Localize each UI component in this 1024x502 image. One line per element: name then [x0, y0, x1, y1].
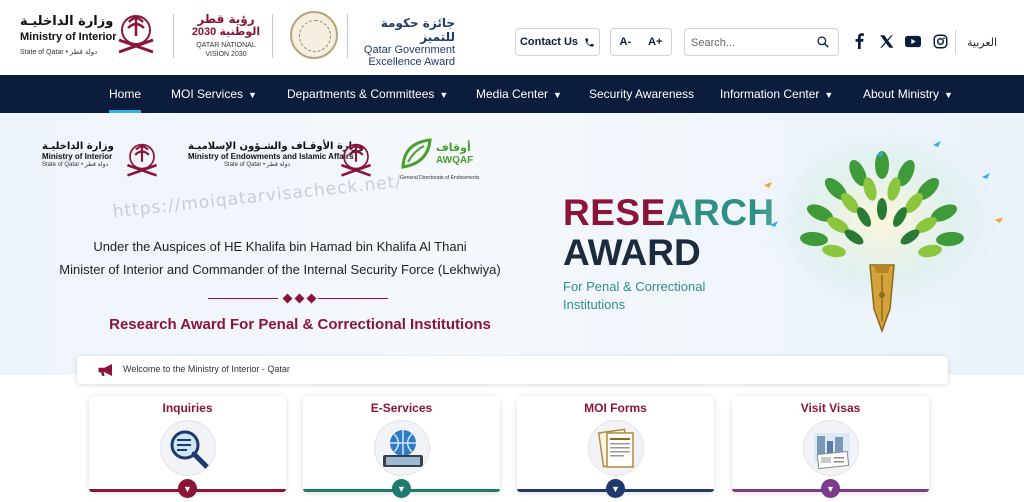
auspices-line-2: Minister of Interior and Commander of th… [59, 262, 501, 277]
service-card-inquiries[interactable]: Inquiries ▼ [89, 396, 286, 498]
award-subtitle: For Penal & Correctional Institutions [563, 278, 705, 314]
welcome-text: Welcome to the Ministry of Interior - Qa… [123, 364, 290, 374]
nav-label: MOI Services [171, 87, 244, 101]
search-icon[interactable] [816, 35, 830, 49]
excellence-award-logo: جائزة حكومة للتميز Qatar Government Exce… [355, 16, 455, 68]
chevron-down-icon: ▼ [824, 90, 834, 100]
award-logo-arabic: جائزة حكومة للتميز [380, 16, 455, 44]
visit-visas-image [803, 420, 859, 476]
header-divider [173, 14, 174, 58]
chevron-down-icon: ▼ [248, 90, 257, 100]
nav-item-home[interactable]: Home [109, 75, 142, 113]
nav-label: About Ministry [863, 87, 940, 101]
partner-awqaf-sub: General Directorate of Endowments [400, 175, 480, 181]
moi-logo-arabic: وزارة الداخليـة [20, 14, 114, 29]
nav-item-information-center[interactable]: Information Center ▼ [720, 75, 833, 113]
laptop-globe-icon [383, 430, 423, 467]
partner-logo-awqaf: أوقاف AWQAF General Directorate of Endow… [400, 137, 480, 193]
chevron-down-icon[interactable]: ▼ [606, 479, 625, 498]
moi-forms-image [588, 420, 644, 476]
vision-arabic-line2: الوطنية 2030 [191, 26, 261, 38]
qatar-emblem-icon [127, 143, 157, 177]
service-card-title: E-Services [370, 401, 433, 415]
research-headline: RESEARCH [563, 193, 775, 233]
contact-us-button[interactable]: Contact Us [515, 28, 600, 56]
welcome-ticker: Welcome to the Ministry of Interior - Qa… [77, 356, 948, 384]
header-divider [347, 14, 348, 58]
chevron-down-icon: ▼ [439, 90, 449, 100]
nav-label: Departments & Committees [287, 87, 435, 101]
font-size-controls: A- A+ [610, 28, 672, 56]
chevron-down-icon: ▼ [944, 90, 953, 100]
chevron-down-icon[interactable]: ▼ [821, 479, 840, 498]
chevron-down-icon[interactable]: ▼ [178, 479, 197, 498]
ornament-divider [208, 293, 388, 304]
moi-logo-english: Ministry of Interior [20, 31, 117, 43]
qatar-emblem-icon [118, 15, 154, 54]
partner-awqaf-arabic-brand: أوقاف [436, 141, 471, 154]
main-nav: Home MOI Services ▼ Departments & Committ… [0, 75, 1024, 113]
vision-arabic-line1: رؤية قطر [197, 12, 255, 26]
service-card-title: MOI Forms [584, 401, 647, 415]
social-links [851, 33, 948, 49]
awqaf-leaf-icon [401, 138, 432, 169]
nav-item-departments[interactable]: Departments & Committees ▼ [287, 75, 448, 113]
nav-label: Media Center [476, 87, 549, 101]
award-logo-english-2: Excellence Award [368, 56, 455, 68]
pen-tree-illustration [757, 130, 1007, 334]
search-input[interactable] [691, 34, 811, 52]
chevron-down-icon[interactable]: ▼ [392, 479, 411, 498]
award-subtitle-line-2: Institutions [563, 297, 626, 312]
moi-logo[interactable]: وزارة الداخليـة Ministry of Interior Sta… [20, 10, 160, 62]
facebook-icon[interactable] [851, 33, 867, 49]
language-divider [955, 30, 956, 54]
nav-item-media-center[interactable]: Media Center ▼ [476, 75, 562, 113]
contact-us-label: Contact Us [519, 36, 579, 48]
instagram-icon[interactable] [932, 33, 948, 49]
nav-item-security-awareness[interactable]: Security Awareness [589, 75, 694, 113]
chevron-down-icon: ▼ [553, 90, 562, 100]
service-card-moi-forms[interactable]: MOI Forms ▼ [517, 396, 714, 498]
nav-item-moi-services[interactable]: MOI Services ▼ [171, 75, 257, 113]
font-increase-button[interactable]: A+ [648, 36, 662, 48]
site-header: وزارة الداخليـة Ministry of Interior Sta… [0, 0, 1024, 75]
phone-icon [585, 37, 594, 47]
auspices-line-1: Under the Auspices of HE Khalifa bin Ham… [93, 239, 467, 254]
qatar-vision-2030-logo: رؤية قطر الوطنية 2030 QATAR NATIONAL VIS… [190, 12, 262, 60]
partner-awqaf-english-brand: AWQAF [436, 155, 474, 166]
magnifier-icon [170, 430, 210, 470]
vision-english: QATAR NATIONAL VISION 2030 [196, 42, 256, 58]
service-card-e-services[interactable]: E-Services ▼ [303, 396, 500, 498]
moi-logo-state: State of Qatar • دولة قطر [20, 49, 98, 56]
x-icon[interactable] [878, 33, 894, 49]
nav-label: Security Awareness [589, 87, 695, 101]
hero-banner[interactable]: وزارة الداخليـة Ministry of Interior Sta… [0, 113, 1024, 375]
headline-part-1: RESE [563, 192, 666, 233]
nav-label: Information Center [720, 87, 820, 101]
excellence-award-seal-icon [290, 11, 338, 59]
award-headline: AWARD [563, 232, 701, 273]
award-title: Research Award For Penal & Correctional … [109, 316, 491, 333]
header-divider [272, 14, 273, 58]
partner-logo-moi: وزارة الداخليـة Ministry of Interior Sta… [42, 141, 162, 191]
visa-documents-icon [814, 433, 850, 470]
service-card-title: Visit Visas [800, 401, 861, 415]
service-card-visit-visas[interactable]: Visit Visas ▼ [732, 396, 929, 498]
award-subtitle-line-1: For Penal & Correctional [563, 279, 706, 294]
search-box [684, 28, 839, 56]
font-decrease-button[interactable]: A- [620, 36, 632, 48]
nav-label: Home [109, 87, 142, 101]
service-card-title: Inquiries [162, 401, 213, 415]
nav-item-about-ministry[interactable]: About Ministry ▼ [863, 75, 953, 113]
megaphone-icon [98, 364, 112, 376]
e-services-image [374, 420, 430, 476]
inquiries-image [160, 420, 216, 476]
forms-documents-icon [597, 428, 634, 468]
youtube-icon[interactable] [905, 33, 921, 49]
award-logo-english-1: Qatar Government [363, 44, 455, 56]
language-switch[interactable]: العربية [967, 36, 997, 49]
